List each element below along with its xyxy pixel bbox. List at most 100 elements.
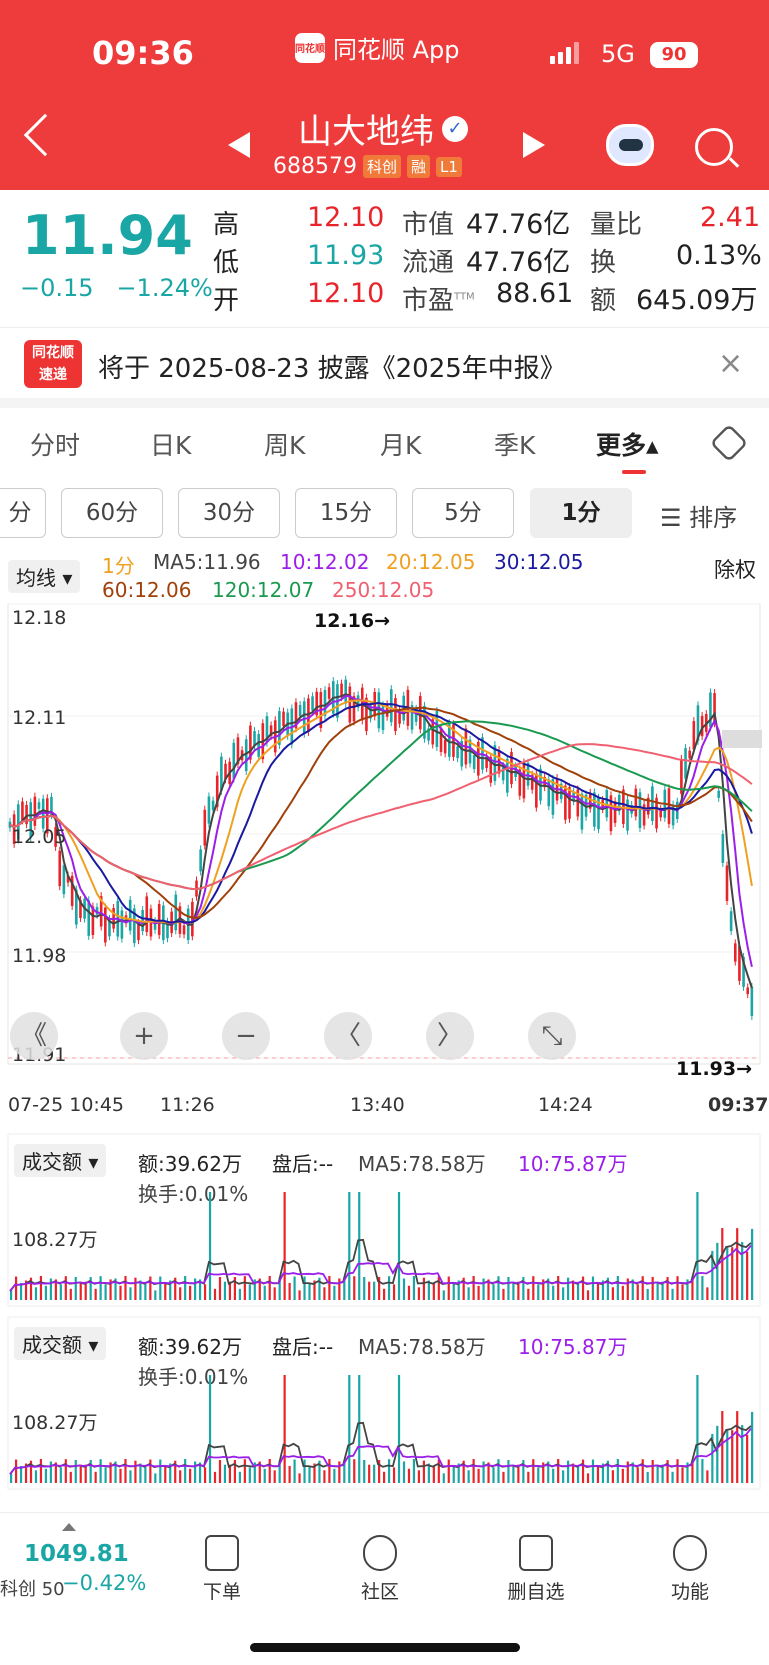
interval-5min[interactable]: 5分	[412, 488, 514, 538]
volume-bar	[596, 1283, 600, 1300]
scroll-start-icon[interactable]: 《	[10, 1012, 58, 1060]
zoom-in-icon[interactable]: +	[120, 1012, 168, 1060]
tab-weekly-k[interactable]: 周K	[264, 426, 305, 462]
pan-right-icon[interactable]: 〉	[426, 1012, 474, 1060]
candle-body	[733, 943, 737, 962]
volume-bar	[681, 1284, 684, 1300]
robot-assistant-icon[interactable]	[606, 124, 654, 166]
volume-bar	[248, 1284, 251, 1300]
fullscreen-icon[interactable]: ⤡	[528, 1012, 576, 1060]
pe-value: 88.61	[496, 278, 574, 309]
sort-button[interactable]: ☰ 排序	[660, 498, 737, 533]
volume-chart-1[interactable]	[0, 1130, 769, 1310]
interval-60min[interactable]: 60分	[61, 488, 163, 538]
search-icon[interactable]	[695, 128, 733, 166]
volume-bar	[238, 1471, 241, 1483]
volume-bar	[492, 1284, 495, 1300]
high-value: 12.10	[307, 202, 385, 233]
turnover-label: 换	[590, 248, 617, 278]
candle-body	[104, 907, 107, 943]
nav-functions[interactable]: 功能	[650, 1535, 730, 1604]
kline-chart[interactable]	[0, 600, 769, 1100]
volume-bar	[348, 1192, 351, 1300]
divider	[0, 398, 769, 408]
volume-bar	[721, 1411, 724, 1483]
volume-bar	[636, 1284, 639, 1300]
volume-bar	[243, 1276, 246, 1300]
nav-order[interactable]: 下单	[182, 1535, 262, 1604]
close-icon[interactable]: ×	[718, 346, 743, 381]
volume-bar	[407, 1285, 411, 1300]
remove-watchlist-icon	[519, 1535, 553, 1571]
volume-bar	[586, 1473, 590, 1483]
stock-name[interactable]: 山大地纬 ✓	[298, 104, 468, 153]
interval-1min[interactable]: 1分	[530, 488, 632, 538]
volume-bar	[129, 1470, 132, 1483]
volume-bar	[562, 1287, 565, 1300]
disclosure-notice[interactable]: 同花顺 速递 将于 2025-08-23 披露《2025年中报》 ×	[0, 328, 769, 398]
candle-body	[182, 925, 186, 935]
volume-bar	[134, 1277, 137, 1300]
volume-bar	[726, 1429, 729, 1483]
expand-up-icon[interactable]	[62, 1523, 76, 1531]
index-value[interactable]: 1049.81	[24, 1541, 129, 1567]
tab-monthly-k[interactable]: 月K	[380, 426, 421, 462]
ma-dropdown[interactable]: 均线 ▾	[8, 560, 81, 593]
volume-bar	[34, 1287, 38, 1300]
settings-icon[interactable]	[709, 423, 749, 463]
ma20-value: 20:12.05	[386, 550, 476, 574]
volume-bar	[44, 1285, 48, 1300]
back-icon[interactable]	[23, 113, 67, 157]
pan-left-icon[interactable]: 〈	[324, 1012, 372, 1060]
volume-bar	[293, 1276, 296, 1300]
volume-bar	[218, 1460, 222, 1483]
app-name-label: 同花顺 App	[333, 36, 460, 64]
nav-remove-watchlist[interactable]: 删自选	[496, 1535, 576, 1604]
volume-bar	[333, 1285, 336, 1300]
volume-bar	[552, 1285, 555, 1300]
price-change: −0.15 −1.24%	[20, 274, 213, 302]
tab-quarterly-k[interactable]: 季K	[494, 426, 535, 462]
volume-chart-2[interactable]	[0, 1313, 769, 1493]
volume-bar	[731, 1430, 734, 1483]
volume-bar	[383, 1471, 386, 1483]
ma-lines	[9, 693, 753, 989]
candle-body	[684, 748, 687, 779]
candle-body	[128, 899, 132, 931]
volume-bar	[442, 1290, 445, 1300]
volume-bar	[721, 1228, 724, 1300]
volume-bar	[69, 1471, 72, 1483]
candle-body	[327, 687, 331, 699]
interval-15min[interactable]: 15分	[295, 488, 397, 538]
tab-daily-k[interactable]: 日K	[150, 426, 191, 462]
volume-bar	[397, 1375, 401, 1483]
volume-bar	[696, 1192, 699, 1300]
tag-level: L1	[436, 156, 462, 177]
nav-community[interactable]: 社区	[340, 1535, 420, 1604]
next-stock-icon[interactable]	[523, 132, 545, 158]
volume-bar	[596, 1466, 600, 1483]
volume-bar	[621, 1285, 624, 1300]
prev-stock-icon[interactable]	[228, 132, 250, 158]
zoom-out-icon[interactable]: −	[222, 1012, 270, 1060]
ex-rights-label[interactable]: 除权	[714, 554, 756, 584]
volume-bar	[134, 1460, 137, 1483]
volume-bar	[373, 1464, 376, 1483]
volume-bar	[99, 1276, 102, 1300]
volume-bar	[203, 1284, 207, 1300]
candle-body	[593, 792, 596, 827]
candle-body	[709, 692, 712, 728]
candle-body	[348, 686, 352, 723]
tab-more[interactable]: 更多▴	[596, 426, 659, 462]
interval-30min[interactable]: 30分	[178, 488, 280, 538]
volume-bar	[293, 1459, 296, 1483]
candle-body	[729, 911, 733, 932]
status-time: 09:36	[92, 34, 194, 72]
volume-bar	[144, 1465, 147, 1483]
interval-partial[interactable]: 分	[0, 488, 46, 538]
volume-bar	[94, 1288, 97, 1300]
tab-intraday[interactable]: 分时	[30, 426, 80, 462]
ma10-value: 10:12.02	[280, 550, 370, 574]
volume-bar	[567, 1460, 570, 1483]
volume-bar	[417, 1287, 421, 1300]
